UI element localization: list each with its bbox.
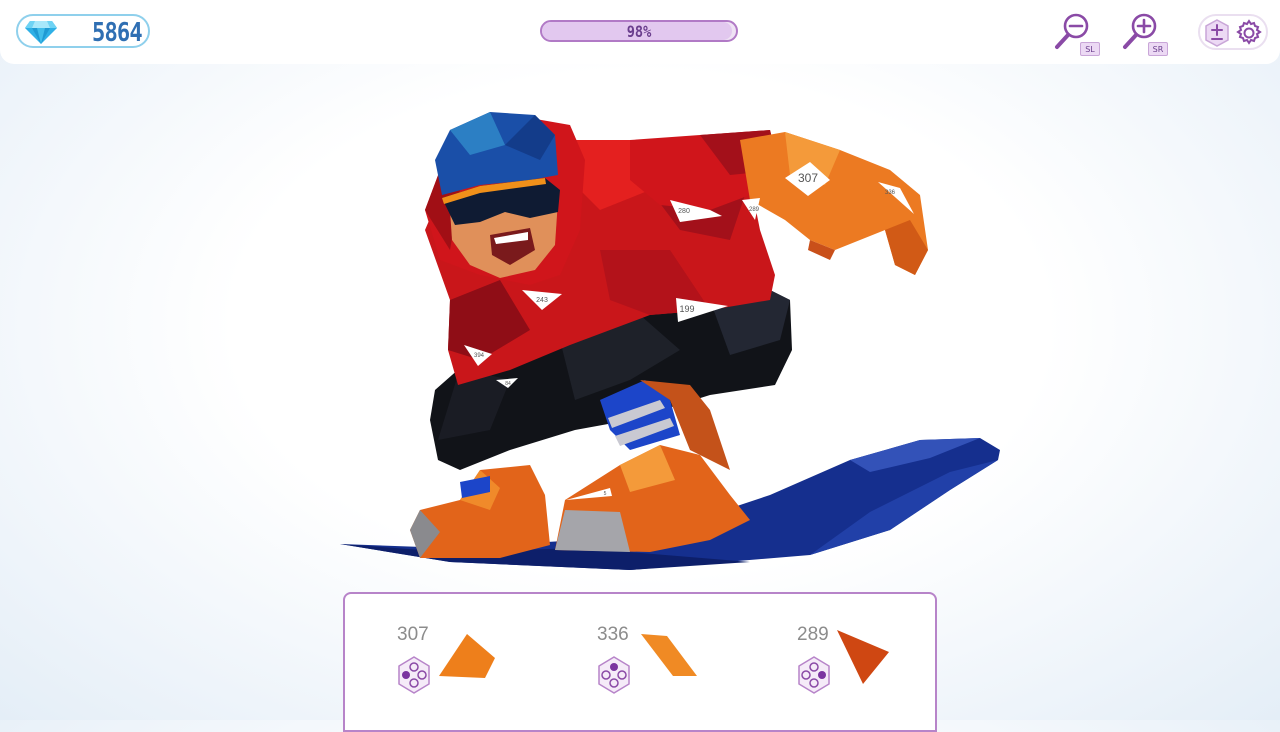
piece-336[interactable]: 336 [545,594,697,714]
piece-number: 307 [397,624,429,645]
zoom-in-key-tag: SR [1148,42,1168,56]
slot-label: 84 [505,381,511,387]
lowpoly-snowboarder-artwork[interactable]: 307 336 289 280 243 199 394 84 5 [330,100,1020,600]
zoom-out-button[interactable]: SL [1052,10,1100,56]
plus-minus-icon [1205,19,1229,47]
slot-label: 336 [885,190,896,196]
gem-count: 5864 [92,18,143,48]
piece-shape [641,634,697,676]
slot-label: 280 [678,208,690,215]
dot-pad-icon [398,656,430,694]
plus-minus-button[interactable] [1202,18,1232,48]
slot-label: 243 [536,297,548,304]
zoom-out-key-tag: SL [1080,42,1100,56]
slot-label: 394 [474,353,485,359]
slot-label: 307 [798,171,818,185]
slot-label: 199 [679,304,694,314]
piece-number: 336 [597,624,629,645]
piece-number: 289 [797,624,829,645]
slot-label: 289 [749,207,760,213]
piece-shape [439,634,495,678]
dot-pad-icon [598,656,630,694]
tools-pill [1198,14,1268,50]
diamond-icon [25,21,57,44]
slot-label: 5 [604,491,607,497]
zoom-in-button[interactable]: SR [1120,10,1168,56]
settings-button[interactable] [1234,18,1264,48]
piece-289[interactable]: 289 [745,594,895,714]
piece-307[interactable]: 307 [345,594,495,714]
gear-icon [1236,19,1262,45]
dot-pad-icon [798,656,830,694]
progress-bar: 98% [540,20,738,42]
top-bar: 5864 98% SL SR [0,0,1280,64]
piece-tray: 307 336 289 [343,592,937,732]
gem-counter: 5864 [16,14,150,48]
piece-shape [837,630,889,684]
progress-label: 98% [626,22,652,41]
